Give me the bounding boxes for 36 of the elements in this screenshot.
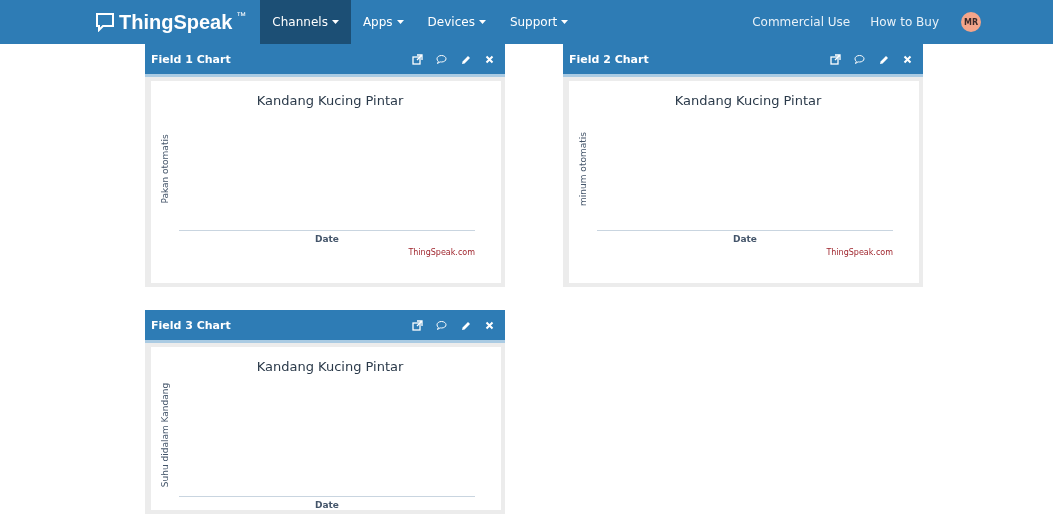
x-axis-label: Date	[314, 499, 340, 510]
chart-credit[interactable]: ThingSpeak.com	[408, 248, 475, 257]
x-axis-label: Date	[732, 233, 758, 244]
nav-menu-item[interactable]: Support	[497, 0, 581, 44]
chart-credit[interactable]: ThingSpeak.com	[826, 248, 893, 257]
close-icon[interactable]	[902, 53, 913, 65]
card-title: Field 1 Chart	[151, 52, 232, 66]
close-icon[interactable]	[484, 53, 495, 65]
nav-menu-item[interactable]: Channels	[260, 0, 351, 44]
nav-link[interactable]: Commercial Use	[742, 0, 861, 44]
y-axis-label: Suhu didalam Kandang	[160, 382, 170, 488]
chart-title: Kandang Kucing Pintar	[255, 93, 405, 108]
external-link-icon[interactable]	[412, 319, 423, 331]
pencil-icon[interactable]	[460, 53, 471, 65]
external-link-icon[interactable]	[830, 53, 841, 65]
y-axis-label: Pakan otomatis	[160, 134, 170, 204]
user-avatar[interactable]: MR	[961, 12, 981, 32]
external-link-icon[interactable]	[412, 53, 423, 65]
card-title: Field 2 Chart	[569, 52, 650, 66]
brand-name[interactable]: ThingSpeak	[119, 10, 233, 34]
x-axis-label: Date	[314, 233, 340, 244]
nav-menu-item[interactable]: Devices	[415, 0, 498, 44]
comment-icon[interactable]	[436, 319, 447, 331]
card-title: Field 3 Chart	[151, 318, 232, 332]
nav-menu-item[interactable]: Apps	[350, 0, 416, 44]
chart-title: Kandang Kucing Pintar	[673, 93, 823, 108]
chart-title: Kandang Kucing Pintar	[255, 359, 405, 374]
nav-link[interactable]: How to Buy	[860, 0, 949, 44]
pencil-icon[interactable]	[460, 319, 471, 331]
trademark-mark: ™	[236, 10, 247, 21]
chat-logo-icon	[95, 12, 115, 32]
pencil-icon[interactable]	[878, 53, 889, 65]
y-axis-label: minum otomatis	[578, 132, 588, 206]
comment-icon[interactable]	[854, 53, 865, 65]
close-icon[interactable]	[484, 319, 495, 331]
comment-icon[interactable]	[436, 53, 447, 65]
